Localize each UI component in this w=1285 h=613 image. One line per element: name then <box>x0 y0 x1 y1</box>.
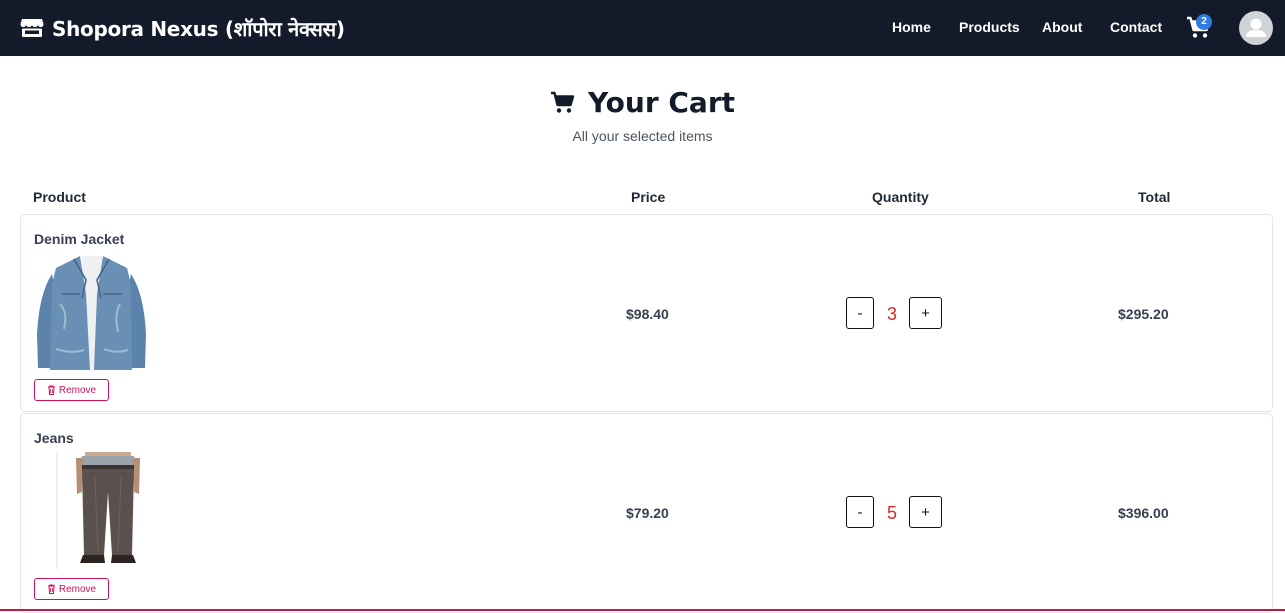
page-title: Your Cart <box>550 86 735 119</box>
nav-about[interactable]: About <box>1042 19 1082 35</box>
product-image-denim-jacket[interactable] <box>34 254 149 370</box>
page-header: Your Cart <box>0 86 1285 120</box>
nav-contact[interactable]: Contact <box>1110 19 1162 35</box>
decrease-quantity-button[interactable]: - <box>846 297 874 329</box>
col-product: Product <box>33 189 86 205</box>
product-name: Denim Jacket <box>34 231 125 247</box>
navbar: Shopora Nexus (शॉपोरा नेक्सस) Home Produ… <box>0 0 1285 56</box>
user-avatar[interactable] <box>1239 11 1273 45</box>
remove-button[interactable]: Remove <box>34 379 109 401</box>
page-subtitle: All your selected items <box>572 128 713 144</box>
cart-title-icon <box>550 91 575 113</box>
table-row: Denim Jacket Remove $98.40 - 3 + $295.20 <box>20 214 1273 412</box>
product-image-jeans[interactable] <box>56 452 151 569</box>
table-row: Jeans Remove $79.20 - 5 + $396.00 <box>20 413 1273 613</box>
cart-count-badge: 2 <box>1196 14 1212 30</box>
col-price: Price <box>631 189 666 205</box>
store-icon <box>20 19 44 37</box>
item-total: $295.20 <box>1118 306 1169 322</box>
increase-quantity-button[interactable]: + <box>909 297 942 329</box>
nav-home[interactable]: Home <box>892 19 931 35</box>
decrease-quantity-button[interactable]: - <box>846 496 874 528</box>
item-total: $396.00 <box>1118 505 1169 521</box>
item-price: $98.40 <box>626 306 669 322</box>
page-title-text: Your Cart <box>587 86 736 119</box>
trash-icon <box>47 584 55 594</box>
remove-label: Remove <box>58 583 97 595</box>
brand-name: Shopora Nexus (शॉपोरा नेक्सस) <box>52 16 345 41</box>
col-quantity: Quantity <box>872 189 929 205</box>
increase-quantity-button[interactable]: + <box>909 496 942 528</box>
col-total: Total <box>1138 189 1171 205</box>
brand[interactable]: Shopora Nexus (शॉपोरा नेक्सस) <box>20 14 345 42</box>
remove-button[interactable]: Remove <box>34 578 109 600</box>
remove-label: Remove <box>58 384 97 396</box>
item-price: $79.20 <box>626 505 669 521</box>
quantity-value: 3 <box>886 304 897 324</box>
quantity-value: 5 <box>886 503 897 523</box>
trash-icon <box>47 385 55 395</box>
user-icon <box>1246 18 1266 37</box>
nav-products[interactable]: Products <box>959 19 1020 35</box>
product-name: Jeans <box>34 430 74 446</box>
